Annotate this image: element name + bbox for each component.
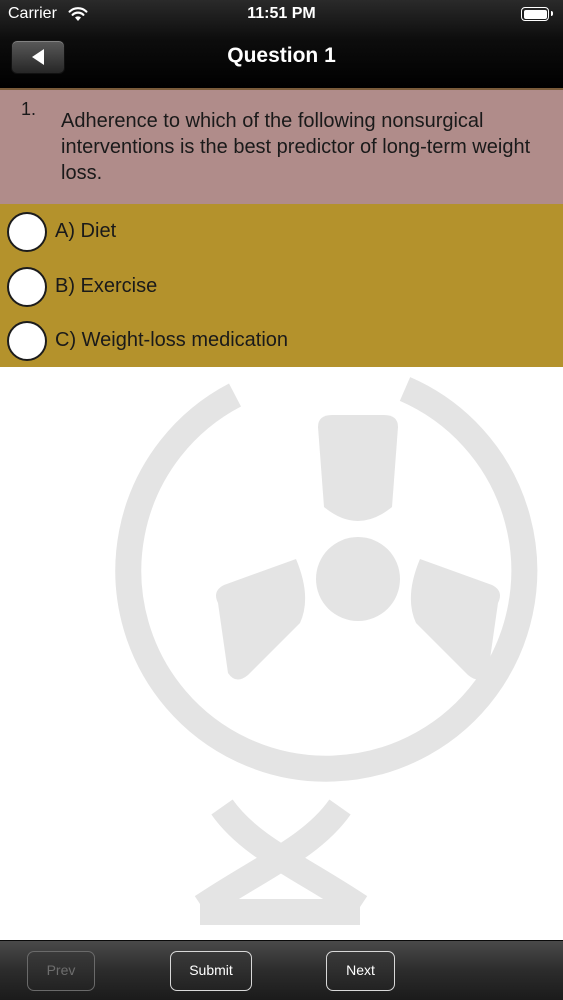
option-c[interactable]: C) Weight-loss medication xyxy=(0,314,563,368)
radio-button[interactable] xyxy=(7,267,47,307)
answer-options: A) Diet B) Exercise C) Weight-loss medic… xyxy=(0,204,563,367)
question-panel: 1. Adherence to which of the following n… xyxy=(0,90,563,204)
watermark-logo xyxy=(115,377,538,925)
radio-button[interactable] xyxy=(7,212,47,252)
bottom-toolbar: Prev Submit Next xyxy=(0,940,563,1000)
question-number: 1. xyxy=(21,99,37,119)
battery-icon xyxy=(521,7,553,21)
top-bar: Carrier 11:51 PM Question 1 xyxy=(0,0,563,90)
option-label: C) Weight-loss medication xyxy=(55,329,289,351)
option-a[interactable]: A) Diet xyxy=(0,205,563,259)
option-b[interactable]: B) Exercise xyxy=(0,260,563,314)
submit-button[interactable]: Submit xyxy=(170,951,252,991)
option-label: B) Exercise xyxy=(55,275,158,297)
status-time: 11:51 PM xyxy=(247,5,316,22)
radio-button[interactable] xyxy=(7,321,47,361)
question-text: Adherence to which of the following nons… xyxy=(61,110,531,184)
status-bar: Carrier 11:51 PM xyxy=(0,0,563,28)
option-label: A) Diet xyxy=(55,220,117,242)
next-button[interactable]: Next xyxy=(326,951,395,991)
page-title: Question 1 xyxy=(227,44,336,67)
prev-button[interactable]: Prev xyxy=(27,951,95,991)
